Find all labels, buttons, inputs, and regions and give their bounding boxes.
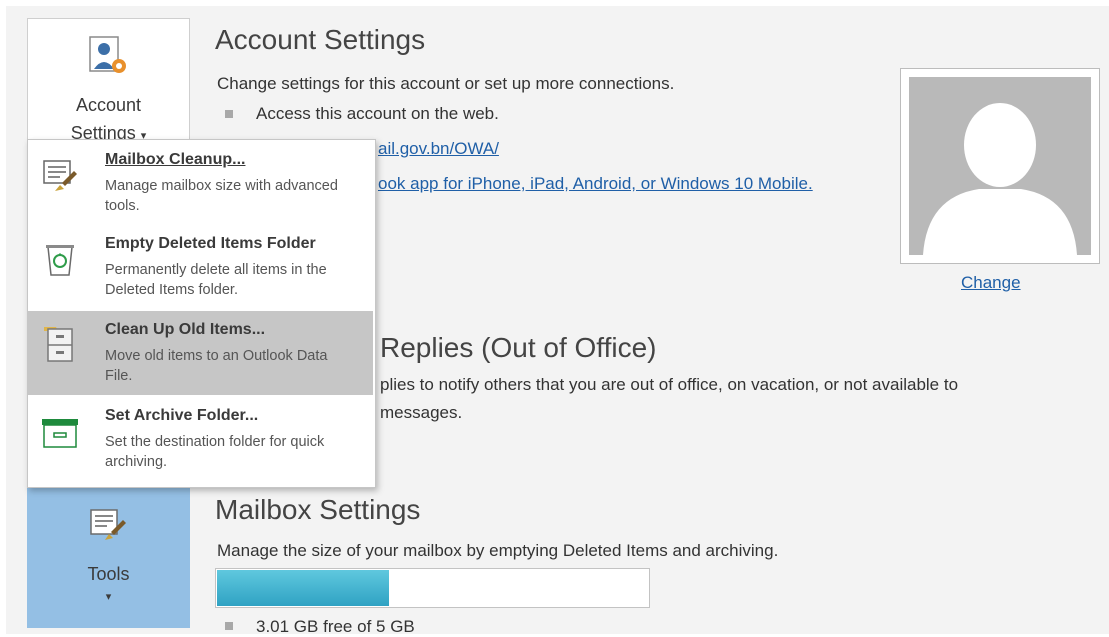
profile-silhouette-icon xyxy=(923,103,1077,255)
menu-item-title: Mailbox Cleanup... xyxy=(105,151,246,168)
bullet-marker xyxy=(225,110,233,118)
mobile-app-link[interactable]: ook app for iPhone, iPad, Android, or Wi… xyxy=(378,174,813,194)
mailbox-usage-bar xyxy=(215,568,650,608)
menu-item-empty-deleted[interactable]: Empty Deleted Items Folder Permanently d… xyxy=(28,225,373,309)
menu-item-title: Clean Up Old Items... xyxy=(105,321,266,338)
archive-box-icon xyxy=(42,419,78,448)
account-settings-label-1: Account xyxy=(75,95,142,115)
owa-link[interactable]: ail.gov.bn/OWA/ xyxy=(378,139,499,159)
tools-dropdown-menu: Mailbox Cleanup... Manage mailbox size w… xyxy=(27,139,376,488)
automatic-replies-description-2: messages. xyxy=(380,403,463,422)
bullet-marker xyxy=(225,622,233,630)
menu-item-description: Move old items to an Outlook Data File. xyxy=(105,348,328,384)
menu-item-clean-up-old[interactable]: Clean Up Old Items... Move old items to … xyxy=(28,311,373,395)
menu-item-description: Permanently delete all items in the Dele… xyxy=(105,262,327,298)
account-settings-icon xyxy=(89,36,126,73)
recycle-bin-icon xyxy=(46,245,74,276)
automatic-replies-description-1: plies to notify others that you are out … xyxy=(380,375,959,394)
mailbox-cleanup-icon xyxy=(43,160,77,191)
account-settings-description: Change settings for this account or set … xyxy=(217,74,675,93)
tools-button[interactable]: Tools ▾ xyxy=(27,478,190,628)
mailbox-free-space: 3.01 GB free of 5 GB xyxy=(256,617,415,636)
change-photo-link[interactable]: Change xyxy=(961,273,1021,293)
profile-photo xyxy=(900,68,1100,264)
access-web-text: Access this account on the web. xyxy=(256,104,499,123)
menu-item-description: Set the destination folder for quick arc… xyxy=(105,434,325,470)
mailbox-usage-fill xyxy=(217,570,389,606)
menu-item-set-archive[interactable]: Set Archive Folder... Set the destinatio… xyxy=(28,397,373,481)
menu-item-title: Empty Deleted Items Folder xyxy=(105,235,316,252)
mailbox-settings-description: Manage the size of your mailbox by empty… xyxy=(217,541,779,560)
file-cabinet-icon xyxy=(44,327,73,362)
tools-label: Tools xyxy=(87,564,130,584)
tools-icon xyxy=(90,509,126,540)
account-settings-button[interactable]: Account Settings ▾ xyxy=(27,18,190,148)
menu-item-description: Manage mailbox size with advanced tools. xyxy=(105,178,338,214)
account-settings-title: Account Settings xyxy=(215,24,426,55)
menu-item-title: Set Archive Folder... xyxy=(105,407,259,424)
mailbox-settings-title: Mailbox Settings xyxy=(215,494,421,525)
menu-item-mailbox-cleanup[interactable]: Mailbox Cleanup... Manage mailbox size w… xyxy=(28,141,373,225)
automatic-replies-title: Replies (Out of Office) xyxy=(380,332,657,363)
chevron-down-icon: ▾ xyxy=(105,591,112,603)
